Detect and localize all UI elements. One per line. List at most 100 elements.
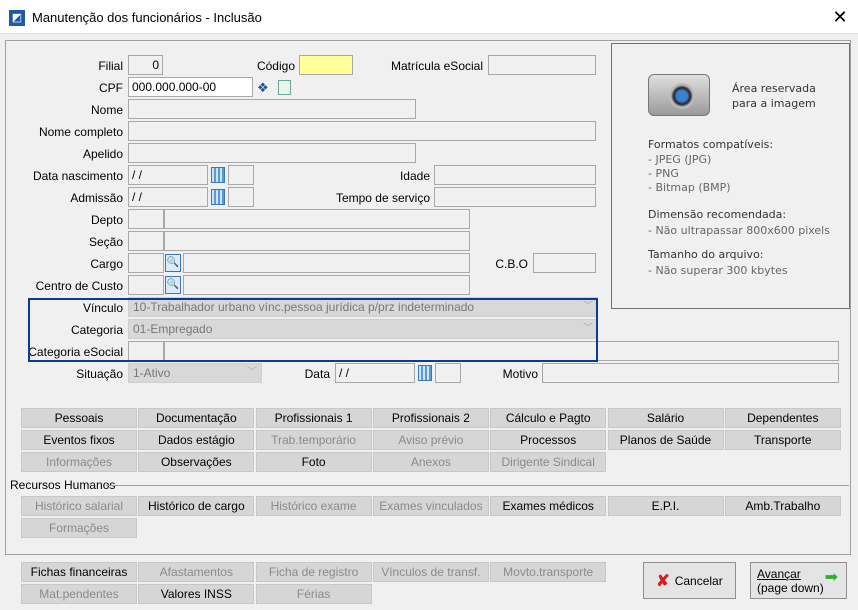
cancel-label: Cancelar [674,573,723,588]
tab-button[interactable]: Observações [138,452,255,472]
motivo-input[interactable] [542,363,839,383]
tab-button[interactable]: Trab.temporário [255,430,372,450]
tab-button[interactable]: Planos de Saúde [607,430,724,450]
admissao-label: Admissão [70,191,123,205]
bottom-button[interactable]: Valores INSS [138,584,255,604]
tab-button-label: Transporte [754,433,812,447]
tab-button[interactable]: Documentação [138,408,255,428]
tab-button-label: Dirigente Sindical [501,455,595,469]
filial-label: Filial [98,59,123,73]
secao-label: Seção [88,235,123,249]
tab-button[interactable]: Transporte [724,430,841,450]
cancel-button[interactable]: ✘ Cancelar [643,562,736,599]
data-nascimento-extra[interactable] [228,165,254,185]
secao-code[interactable] [128,231,164,251]
rh-button[interactable]: Exames médicos [490,496,607,516]
document-icon[interactable] [278,80,291,95]
bottom-button[interactable]: Vínculos de transf. [372,562,489,582]
cbo-input[interactable] [533,253,596,273]
tab-button[interactable]: Informações [21,452,137,472]
rh-button[interactable]: Exames vinculados [372,496,489,516]
search-icon[interactable]: 🔍 [165,276,181,294]
tab-button[interactable]: Aviso prévio [372,430,489,450]
data-nascimento-input[interactable]: / / [128,165,208,185]
bottom-button[interactable]: Mat.pendentes [21,584,137,604]
tab-button[interactable]: Dirigente Sindical [490,452,607,472]
format-jpeg: - JPEG (JPG) [648,153,712,166]
size-text: - Não superar 300 kbytes [648,264,788,277]
tab-button-label: Dependentes [747,411,819,425]
apelido-input[interactable] [128,143,416,163]
bottom-button[interactable]: Ficha de registro [255,562,372,582]
search-icon[interactable]: 🔍 [165,254,181,272]
cpf-input[interactable]: 000.000.000-00 [128,77,253,97]
centro-custo-code[interactable] [128,275,164,295]
rh-button[interactable]: Formações [21,518,137,538]
tab-button[interactable]: Pessoais [21,408,137,428]
image-area[interactable]: Área reservada para a imagem Formatos co… [611,43,850,309]
tab-button-label: Pessoais [54,411,104,425]
rh-button[interactable]: Histórico exame [255,496,372,516]
tempo-servico-input[interactable] [434,187,596,207]
size-title: Tamanho do arquivo: [648,248,764,261]
receita-icon[interactable]: ❖ [257,80,269,96]
tab-button[interactable]: Dados estágio [138,430,255,450]
bottom-button[interactable]: Fichas financeiras [21,562,137,582]
nome-input[interactable] [128,99,416,119]
window-title: Manutenção dos funcionários - Inclusão [32,10,262,25]
rh-button-label: Histórico de cargo [147,499,245,513]
app-icon: ◩ [9,10,25,26]
title-bar: ◩ Manutenção dos funcionários - Inclusão… [0,0,858,34]
nome-completo-label: Nome completo [38,125,123,139]
rh-button-label: Histórico exame [270,499,357,513]
tab-button-label: Trab.temporário [271,433,357,447]
matricula-input[interactable] [488,55,596,75]
calendar-icon[interactable] [211,167,225,183]
tab-button[interactable]: Profissionais 2 [372,408,489,428]
codigo-input[interactable] [299,55,353,75]
close-button[interactable]: ✕ [828,6,852,28]
tab-button[interactable]: Dependentes [724,408,841,428]
tab-button[interactable]: Anexos [372,452,489,472]
tab-button[interactable]: Cálculo e Pagto [490,408,607,428]
rh-section-title: Recursos Humanos [10,478,116,492]
tab-button-label: Documentação [155,411,237,425]
next-button[interactable]: Avançar (page down) ➡ [750,562,847,599]
formats-title: Formatos compatíveis: [648,138,774,151]
rh-button-label: Formações [48,521,110,535]
rh-button-label: Exames médicos [502,499,594,513]
filial-input[interactable]: 0 [128,55,163,75]
matricula-label: Matrícula eSocial [390,59,483,73]
idade-input[interactable] [434,165,596,185]
tab-button-label: Foto [301,455,326,469]
rh-button[interactable]: Histórico de cargo [138,496,255,516]
depto-code[interactable] [128,209,164,229]
tab-button[interactable]: Processos [490,430,607,450]
nome-completo-input[interactable] [128,121,596,141]
format-png: - PNG [648,167,679,180]
cargo-label: Cargo [90,257,123,271]
bottom-button-label: Movto.transporte [503,565,594,579]
rh-button[interactable]: Amb.Trabalho [724,496,841,516]
tab-button-label: Anexos [410,455,451,469]
bottom-button-label: Fichas financeiras [30,565,128,579]
bottom-button-label: Mat.pendentes [39,587,119,601]
bottom-button[interactable]: Afastamentos [138,562,255,582]
tab-button[interactable]: Foto [255,452,372,472]
admissao-extra[interactable] [228,187,254,207]
bottom-button[interactable]: Movto.transporte [490,562,607,582]
tab-button[interactable]: Salário [607,408,724,428]
tab-button[interactable]: Eventos fixos [21,430,137,450]
tab-button[interactable]: Profissionais 1 [255,408,372,428]
cbo-label: C.B.O [495,257,528,271]
admissao-input[interactable]: / / [128,187,208,207]
secao-desc [164,231,470,251]
calendar-icon[interactable] [211,189,225,205]
data-input[interactable]: / / [335,363,415,383]
rh-divider [106,485,849,486]
rh-button[interactable]: Histórico salarial [21,496,137,516]
bottom-button[interactable]: Férias [255,584,372,604]
tab-button-label: Salário [646,411,685,425]
rh-button[interactable]: E.P.I. [607,496,724,516]
cargo-code[interactable] [128,253,164,273]
